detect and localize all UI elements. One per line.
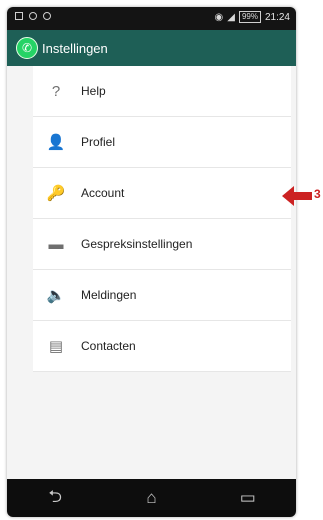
speaker-icon: 🔈	[46, 287, 66, 304]
app-notification-icon	[43, 12, 51, 20]
settings-item-label: Meldingen	[81, 288, 137, 302]
back-button[interactable]: ⮌	[35, 484, 75, 513]
page-title: Instellingen	[42, 40, 108, 56]
navigation-bar: ⮌ ⌂ ▭	[7, 479, 296, 517]
app-bar: ✆ Instellingen	[7, 30, 296, 66]
key-icon: 🔑	[46, 185, 66, 202]
settings-item-label: Account	[81, 186, 125, 200]
settings-item-profiel[interactable]: 👤 Profiel	[33, 117, 291, 168]
phone-screen: ◉ ◢ 99% 21:24 ✆ Instellingen ? Help 👤 Pr…	[7, 7, 296, 517]
status-left-icons	[15, 12, 51, 20]
settings-item-account[interactable]: 🔑 Account	[33, 168, 291, 219]
help-icon: ?	[51, 82, 61, 100]
annotation-arrow-icon	[282, 186, 312, 206]
settings-list: ? Help 👤 Profiel 🔑 Account ▬ Gespreksins…	[33, 66, 291, 372]
annotation-step-number: 3	[314, 187, 321, 201]
status-bar: ◉ ◢ 99% 21:24	[7, 7, 296, 30]
settings-item-label: Gespreksinstellingen	[81, 237, 193, 251]
battery-indicator: 99%	[238, 11, 261, 23]
recents-button[interactable]: ▭	[228, 488, 268, 508]
status-right-icons: ◉ ◢ 99% 21:24	[215, 11, 290, 23]
settings-item-label: Contacten	[81, 339, 136, 353]
contacts-icon: ▤	[48, 338, 64, 355]
settings-item-help[interactable]: ? Help	[33, 66, 291, 117]
chat-settings-icon: ▬	[48, 235, 64, 253]
profile-icon: 👤	[46, 134, 66, 151]
signal-icon: ◢	[227, 11, 235, 23]
settings-item-label: Help	[81, 84, 106, 98]
settings-item-contacten[interactable]: ▤ Contacten	[33, 321, 291, 372]
settings-item-label: Profiel	[81, 135, 116, 149]
sync-icon	[29, 12, 37, 20]
home-button[interactable]: ⌂	[131, 488, 171, 508]
notification-icon	[15, 12, 23, 20]
whatsapp-logo-icon[interactable]: ✆	[16, 37, 38, 59]
settings-item-meldingen[interactable]: 🔈 Meldingen	[33, 270, 291, 321]
settings-item-gespreksinstellingen[interactable]: ▬ Gespreksinstellingen	[33, 219, 291, 270]
clock: 21:24	[264, 11, 290, 23]
wifi-icon: ◉	[214, 11, 224, 23]
